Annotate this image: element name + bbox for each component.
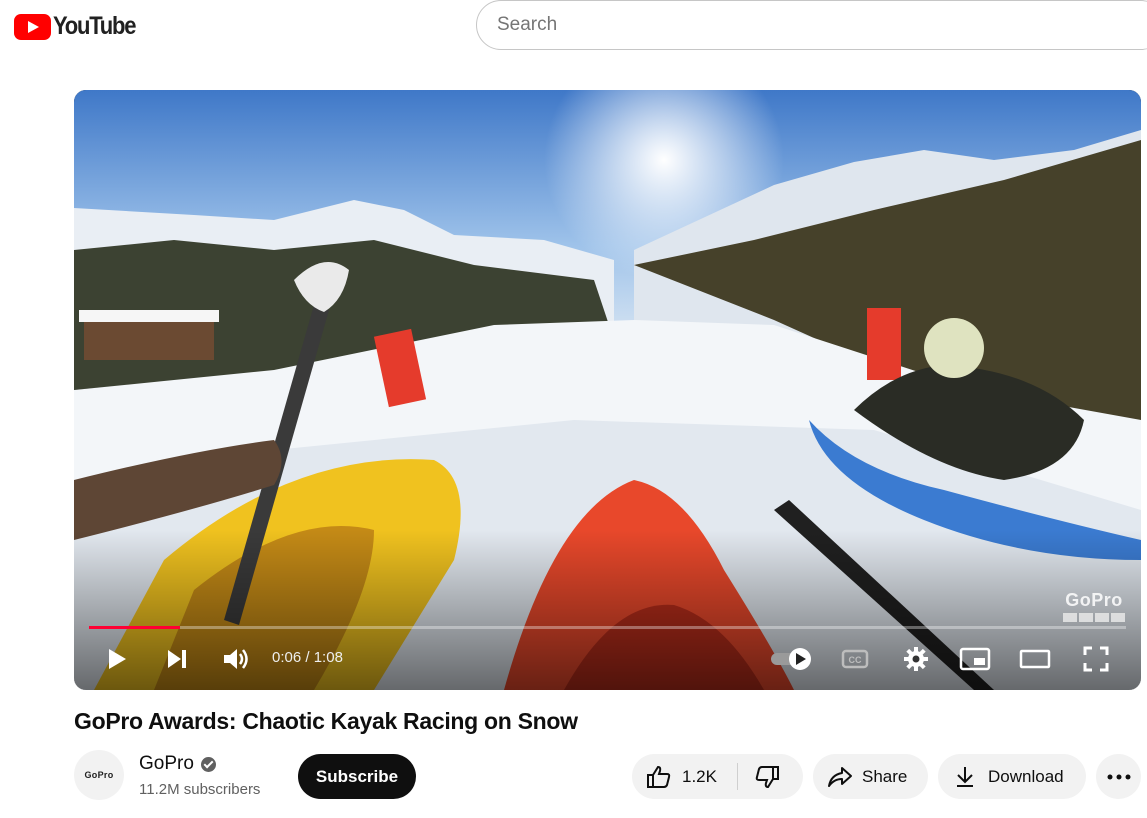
subscribe-button[interactable]: Subscribe [298, 754, 416, 799]
masthead: YouTube [0, 0, 1147, 56]
thumbs-down-icon [755, 766, 779, 789]
youtube-logo[interactable]: YouTube [14, 12, 146, 41]
fullscreen-button[interactable] [1079, 635, 1113, 683]
play-button[interactable] [102, 635, 132, 683]
verified-badge-icon [201, 757, 216, 772]
search-box[interactable] [476, 0, 1147, 50]
thumbs-up-icon [647, 765, 671, 788]
channel-name[interactable]: GoPro [139, 753, 194, 775]
video-title: GoPro Awards: Chaotic Kayak Racing on Sn… [74, 708, 578, 734]
gear-icon [904, 647, 928, 671]
player-controls: 0:06 / 1:08 CC [74, 635, 1141, 685]
next-button[interactable] [162, 635, 192, 683]
share-label: Share [862, 767, 908, 786]
progress-played [89, 626, 181, 629]
chalet-roof [79, 310, 219, 322]
mute-button[interactable] [220, 635, 252, 683]
like-count: 1.2K [682, 767, 717, 786]
autoplay-icon [771, 648, 811, 670]
download-icon [957, 767, 973, 787]
dislike-button[interactable] [738, 754, 803, 799]
time-display: 0:06 / 1:08 [272, 649, 343, 666]
miniplayer-button[interactable] [958, 635, 992, 683]
theater-icon [1019, 649, 1051, 669]
theater-mode-button[interactable] [1018, 635, 1052, 683]
progress-bar[interactable] [89, 626, 1126, 629]
captions-button[interactable]: CC [839, 635, 871, 683]
video-player[interactable]: GoPro 0:06 / 1:08 CC [74, 90, 1141, 690]
play-icon [109, 649, 126, 669]
miniplayer-icon [959, 647, 991, 671]
autoplay-toggle[interactable] [769, 635, 815, 683]
gopro-watermark: GoPro [1063, 590, 1125, 622]
duration: 1:08 [313, 649, 343, 666]
captions-icon: CC [841, 649, 869, 669]
subscriber-count: 11.2M subscribers [139, 781, 261, 798]
download-label: Download [988, 767, 1064, 786]
volume-icon [224, 649, 248, 669]
svg-text:CC: CC [849, 655, 862, 665]
youtube-play-icon [14, 13, 51, 40]
like-button[interactable]: 1.2K [632, 754, 737, 799]
avatar-logo: GoPro [84, 769, 114, 780]
share-icon [828, 767, 852, 787]
share-button[interactable]: Share [813, 754, 928, 799]
current-time: 0:06 [272, 649, 302, 666]
fullscreen-icon [1083, 646, 1109, 672]
download-button[interactable]: Download [938, 754, 1086, 799]
skip-next-icon [168, 650, 186, 668]
watermark-text: GoPro [1065, 590, 1123, 610]
video-frame[interactable] [74, 90, 1141, 690]
like-dislike-group: 1.2K [632, 754, 803, 799]
rider-helmet [924, 318, 984, 378]
watermark-bars [1063, 613, 1125, 622]
logo-text: YouTube [53, 12, 136, 40]
banner-right [867, 308, 901, 380]
more-actions-button[interactable] [1096, 754, 1141, 799]
settings-button[interactable] [900, 635, 932, 683]
channel-avatar[interactable]: GoPro [74, 750, 124, 800]
more-horizontal-icon [1107, 774, 1130, 779]
search-input[interactable] [477, 1, 1147, 49]
